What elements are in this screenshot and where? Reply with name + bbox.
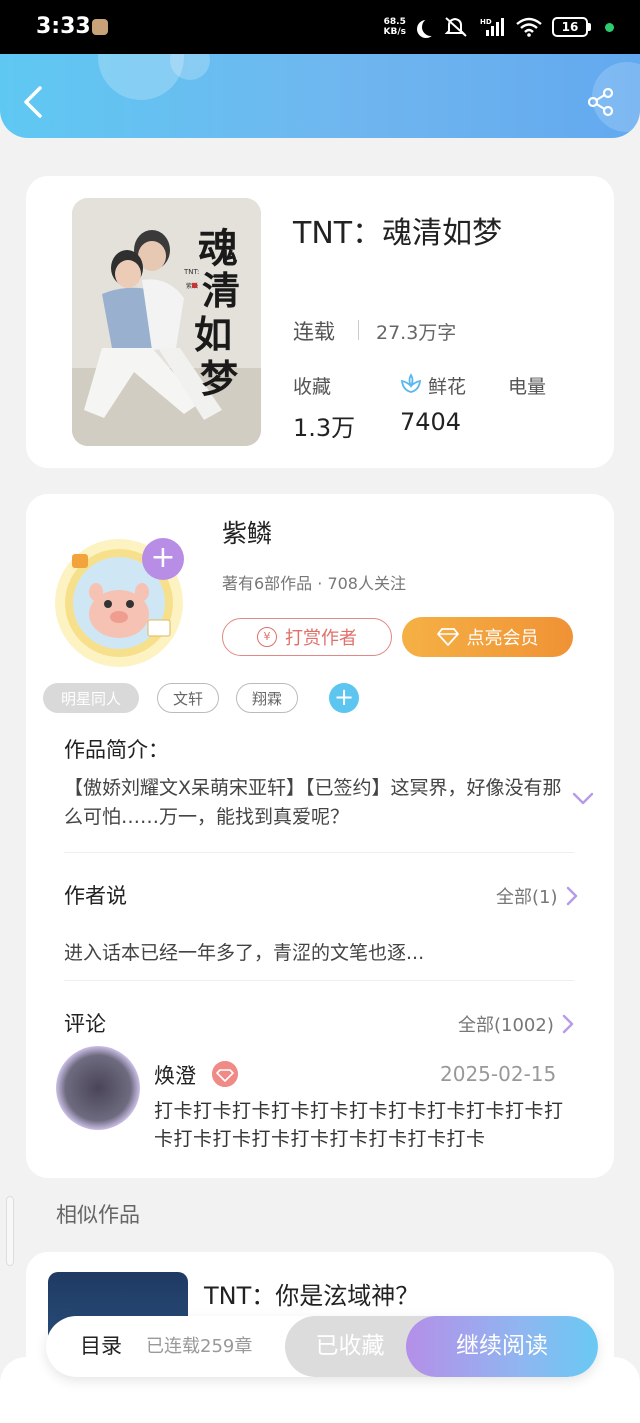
status-time: 3:33 [36,14,91,39]
section-divider [64,852,574,853]
diamond-icon [436,628,459,646]
share-button[interactable] [586,87,616,117]
cover-title-char: 清 [202,268,240,313]
favorites-label: 收藏 [293,376,332,398]
tip-author-button[interactable]: ¥ 打赏作者 [222,618,392,656]
author-says-see-all-label: 全部(1) [496,887,558,908]
book-info-card: 魂 清 如 梦 TNT: 紫鳞 TNT：魂清如梦 连载 27.3万字 收藏 1.… [26,176,614,468]
back-button[interactable] [20,84,50,120]
book-status: 连载 [293,320,335,344]
power-label: 电量 [508,376,547,398]
network-speed: 68.5 KB/s [384,17,406,37]
tag-item[interactable]: 翔霖 [236,683,298,713]
status-icons: 68.5 KB/s HD 16 [384,14,614,40]
author-says-text[interactable]: 进入话本已经一年多了，青涩的文笔也逐... [64,938,424,965]
table-of-contents-button[interactable]: 目录 [80,1316,122,1377]
cover-small-text: TNT: [183,268,199,276]
wifi-icon [516,17,542,37]
status-divider [358,320,359,340]
cover-title-char: 魂 [198,225,238,272]
chapter-count: 已连载259章 [146,1336,253,1357]
vip-button[interactable]: 点亮会员 [402,617,573,657]
side-drawer-handle[interactable] [6,1196,14,1266]
member-badge-icon [212,1061,238,1087]
commenter-avatar[interactable] [56,1046,140,1130]
cover-seal [192,283,197,288]
network-speed-unit: KB/s [383,27,406,37]
network-label: HD [480,18,492,26]
tag-item[interactable]: 文轩 [157,683,219,713]
continue-reading-button[interactable]: 继续阅读 [406,1316,598,1377]
author-details-card: + 紫鳞 著有6部作品 · 708人关注 ¥ 打赏作者 点亮会员 明星同人 文轩… [26,494,614,1178]
book-cover[interactable]: 魂 清 如 梦 TNT: 紫鳞 [72,198,261,446]
cell-signal-icon: HD [480,18,504,36]
expand-synopsis-icon[interactable] [572,792,594,806]
comments-see-all[interactable]: 全部(1002) [458,1011,574,1037]
follow-author-button[interactable]: + [142,538,184,580]
collected-label: 已收藏 [315,1333,385,1359]
comment-date: 2025-02-15 [440,1062,557,1086]
yen-icon: ¥ [257,627,277,647]
book-cover-art: 魂 清 如 梦 TNT: 紫鳞 [72,198,261,446]
author-name[interactable]: 紫鳞 [222,514,272,550]
synopsis-title: 作品简介： [64,738,169,762]
network-speed-value: 68.5 [383,17,406,27]
tag-category[interactable]: 明星同人 [43,683,139,713]
comments-title: 评论 [64,1012,106,1036]
favorites-value: 1.3万 [293,414,356,442]
chevron-right-icon [562,1014,574,1034]
cover-title-char: 梦 [200,356,238,401]
header [0,54,640,138]
comment-text: 打卡打卡打卡打卡打卡打卡打卡打卡打卡打卡打卡打卡打卡打卡打卡打卡打卡打卡打卡 [154,1100,564,1150]
mute-icon [444,17,467,37]
synopsis-text: 【傲娇刘耀文X呆萌宋亚轩】【已签约】这冥界，好像没有那么可怕……万一，能找到真爱… [64,777,562,828]
bottom-action-bar: 目录 已连载259章 已收藏 继续阅读 [46,1316,598,1377]
battery-icon: 16 [552,17,591,37]
flower-icon[interactable] [399,372,423,396]
app-notification-icon [92,19,108,35]
commenter-name[interactable]: 焕澄 [154,1060,196,1090]
do-not-disturb-icon [422,18,440,36]
privacy-indicator-dot [605,22,614,32]
add-tag-button[interactable]: + [329,683,359,713]
comments-see-all-label: 全部(1002) [458,1015,554,1036]
author-says-see-all[interactable]: 全部(1) [496,883,578,909]
flowers-value: 7404 [400,408,462,436]
battery-level: 16 [552,17,588,37]
book-title: TNT：魂清如梦 [293,216,503,251]
tip-author-label: 打赏作者 [285,628,357,649]
vip-label: 点亮会员 [466,628,539,649]
chevron-right-icon [566,886,577,906]
cover-title-char: 如 [194,312,232,357]
flowers-label: 鲜花 [428,376,467,398]
author-meta: 著有6部作品 · 708人关注 [222,574,406,593]
word-count: 27.3万字 [376,322,457,344]
status-bar: 3:33 68.5 KB/s HD 16 [0,0,640,56]
similar-work-title[interactable]: TNT：你是泫域神？ [204,1276,419,1311]
section-divider [64,980,574,981]
author-says-title: 作者说 [64,884,127,908]
similar-works-title: 相似作品 [56,1203,140,1227]
